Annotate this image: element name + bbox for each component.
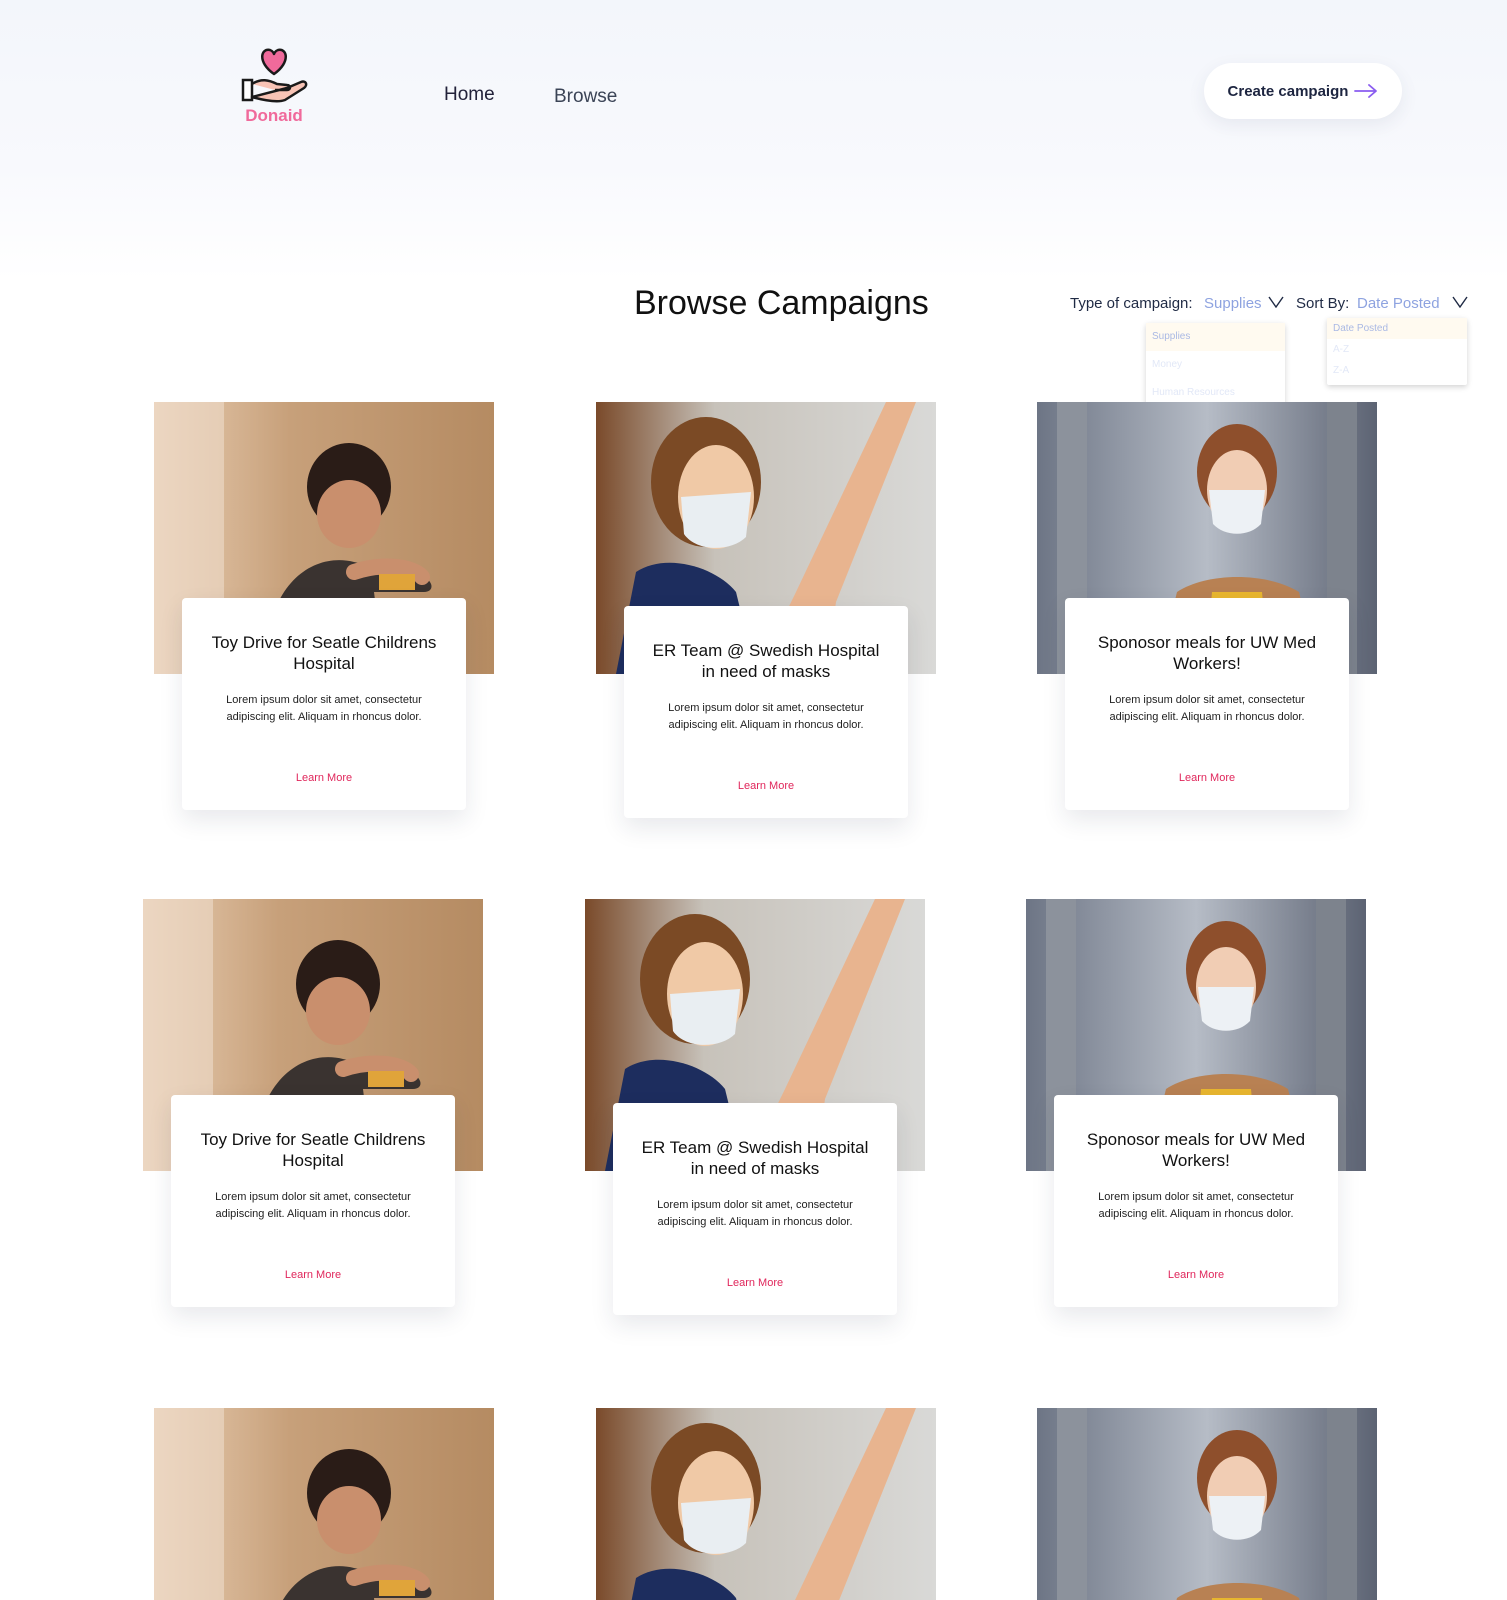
campaign-info-card: Toy Drive for Seatle Childrens Hospital …	[171, 1095, 455, 1307]
campaign-image	[596, 1408, 936, 1600]
campaign-card[interactable]: ER Team @ Swedish Hospital in need of ma…	[596, 402, 936, 822]
campaign-image	[1037, 1408, 1377, 1600]
campaign-type-option[interactable]: Supplies	[1146, 323, 1285, 351]
campaign-card[interactable]	[596, 1408, 936, 1600]
campaign-card[interactable]	[154, 1408, 494, 1600]
campaign-title: Sponosor meals for UW Med Workers!	[1097, 633, 1317, 673]
learn-more-link[interactable]: Learn More	[1054, 1269, 1338, 1281]
campaign-card[interactable]: ER Team @ Swedish Hospital in need of ma…	[585, 899, 925, 1319]
sort-by-label: Sort By:	[1296, 295, 1350, 312]
campaign-description: Lorem ipsum dolor sit amet, consectetur …	[657, 1199, 853, 1228]
learn-more-link[interactable]: Learn More	[613, 1277, 897, 1289]
campaign-description: Lorem ipsum dolor sit amet, consectetur …	[668, 702, 864, 731]
masked-woman-photo	[1037, 1408, 1377, 1600]
sort-by-select[interactable]: Date Posted	[1357, 295, 1440, 312]
child-with-toy-photo	[154, 1408, 494, 1600]
campaign-info-card: ER Team @ Swedish Hospital in need of ma…	[613, 1103, 897, 1315]
header-background	[0, 0, 1507, 280]
learn-more-link[interactable]: Learn More	[182, 772, 466, 784]
campaign-type-label: Type of campaign:	[1070, 295, 1193, 312]
sort-option[interactable]: Z-A	[1327, 360, 1467, 381]
campaign-title: Sponosor meals for UW Med Workers!	[1086, 1130, 1306, 1170]
brand-logo[interactable]: Donaid	[238, 44, 310, 125]
campaign-type-select[interactable]: Supplies	[1204, 295, 1262, 312]
nav-home-link[interactable]: Home	[444, 84, 495, 106]
chevron-down-icon[interactable]	[1268, 296, 1284, 308]
campaign-card[interactable]	[1037, 1408, 1377, 1600]
campaign-info-card: Sponosor meals for UW Med Workers! Lorem…	[1065, 598, 1349, 810]
learn-more-link[interactable]: Learn More	[171, 1269, 455, 1281]
campaign-title: ER Team @ Swedish Hospital in need of ma…	[641, 1138, 869, 1178]
chevron-down-icon[interactable]	[1452, 296, 1468, 308]
campaign-info-card: Sponosor meals for UW Med Workers! Lorem…	[1054, 1095, 1338, 1307]
campaign-card[interactable]: Sponosor meals for UW Med Workers! Lorem…	[1037, 402, 1377, 822]
brand-name: Donaid	[245, 106, 303, 125]
campaign-title: Toy Drive for Seatle Childrens Hospital	[200, 1130, 426, 1170]
campaign-card[interactable]: Toy Drive for Seatle Childrens Hospital …	[154, 402, 494, 822]
campaign-card[interactable]: Toy Drive for Seatle Childrens Hospital …	[143, 899, 483, 1319]
learn-more-link[interactable]: Learn More	[624, 780, 908, 792]
campaign-info-card: ER Team @ Swedish Hospital in need of ma…	[624, 606, 908, 818]
learn-more-link[interactable]: Learn More	[1065, 772, 1349, 784]
create-campaign-button[interactable]: Create campaign	[1204, 63, 1402, 119]
campaign-description: Lorem ipsum dolor sit amet, consectetur …	[1098, 1191, 1294, 1220]
campaign-title: ER Team @ Swedish Hospital in need of ma…	[652, 641, 880, 681]
sort-by-dropdown: Date Posted A-Z Z-A	[1327, 318, 1467, 385]
campaign-description: Lorem ipsum dolor sit amet, consectetur …	[226, 694, 422, 723]
campaign-type-dropdown: Supplies Money Human Resources	[1146, 323, 1285, 409]
campaign-image	[154, 1408, 494, 1600]
page-title: Browse Campaigns	[634, 284, 929, 322]
create-campaign-label: Create campaign	[1227, 82, 1349, 100]
masked-nurse-photo	[596, 1408, 936, 1600]
campaign-title: Toy Drive for Seatle Childrens Hospital	[211, 633, 437, 673]
arrow-right-icon	[1354, 84, 1378, 98]
campaign-info-card: Toy Drive for Seatle Childrens Hospital …	[182, 598, 466, 810]
campaign-description: Lorem ipsum dolor sit amet, consectetur …	[1109, 694, 1305, 723]
heart-hand-icon	[241, 48, 308, 103]
campaign-description: Lorem ipsum dolor sit amet, consectetur …	[215, 1191, 411, 1220]
campaign-type-option[interactable]: Money	[1146, 351, 1285, 379]
campaign-card[interactable]: Sponosor meals for UW Med Workers! Lorem…	[1026, 899, 1366, 1319]
sort-option[interactable]: A-Z	[1327, 339, 1467, 360]
sort-option[interactable]: Date Posted	[1327, 318, 1467, 339]
nav-browse-link[interactable]: Browse	[554, 86, 617, 108]
